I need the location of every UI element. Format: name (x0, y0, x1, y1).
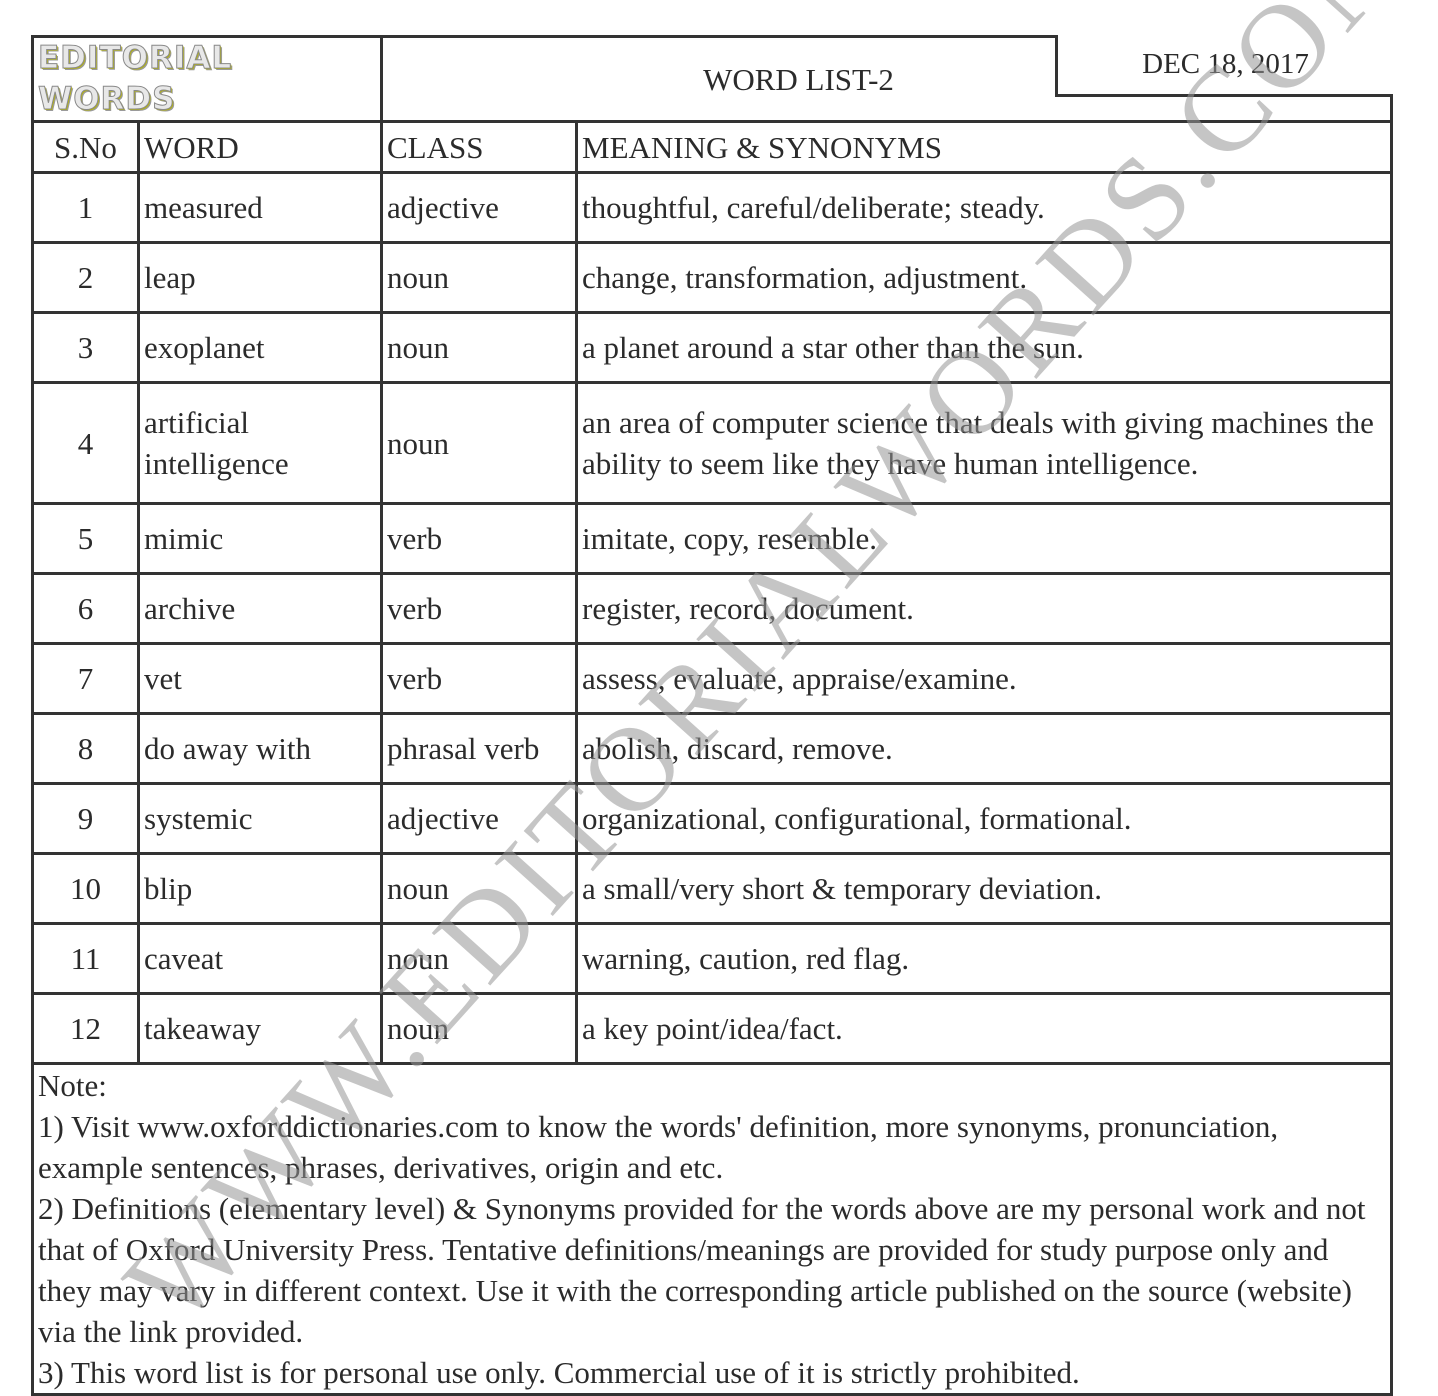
cell-word: mimic (137, 502, 383, 575)
cell-meaning: an area of computer science that deals w… (575, 381, 1393, 505)
cell-word: measured (137, 171, 383, 244)
cell-word: vet (137, 642, 383, 715)
cell-class: noun (380, 311, 578, 384)
cell-word: artificial intelligence (137, 381, 383, 505)
cell-class: adjective (380, 171, 578, 244)
cell-sno: 4 (31, 381, 140, 505)
notes-label: Note: (38, 1068, 107, 1103)
notes-row: Note: 1) Visit www.oxforddictionaries.co… (31, 1062, 1393, 1396)
cell-class: phrasal verb (380, 712, 578, 785)
cell-sno: 7 (31, 642, 140, 715)
table-row: 5 mimic verb imitate, copy, resemble. (31, 502, 1393, 575)
cell-word: do away with (137, 712, 383, 785)
cell-class: verb (380, 572, 578, 645)
cell-word: systemic (137, 782, 383, 855)
cell-sno: 12 (31, 992, 140, 1065)
cell-sno: 1 (31, 171, 140, 244)
note-item: 2) Definitions (elementary level) & Syno… (38, 1191, 1366, 1349)
column-header-word: WORD (137, 120, 383, 174)
cell-meaning: abolish, discard, remove. (575, 712, 1393, 785)
column-header-row: S.No WORD CLASS MEANING & SYNONYMS (31, 120, 1393, 174)
cell-meaning: register, record, document. (575, 572, 1393, 645)
cell-class: noun (380, 852, 578, 925)
table-row: 3 exoplanet noun a planet around a star oth… (31, 311, 1393, 384)
cell-word: caveat (137, 922, 383, 995)
table-row: 1 measured adjective thoughtful, careful/de… (31, 171, 1393, 244)
cell-class: verb (380, 642, 578, 715)
cell-class: adjective (380, 782, 578, 855)
cell-sno: 8 (31, 712, 140, 785)
table-row: 6 archive verb register, record, document. (31, 572, 1393, 645)
column-header-sno: S.No (31, 120, 140, 174)
cell-class: noun (380, 241, 578, 314)
cell-sno: 5 (31, 502, 140, 575)
date-cell: DEC 18, 2017 (1055, 35, 1393, 97)
note-item: 3) This word list is for personal use on… (38, 1355, 1080, 1390)
word-list-sheet: EDITORIAL WORDS WORD LIST-2 DEC 18, 2017… (31, 35, 1393, 1396)
cell-class: noun (380, 992, 578, 1065)
table-row: 4 artificial intelligence noun an area of c… (31, 381, 1393, 505)
cell-word: archive (137, 572, 383, 645)
table-row: 10 blip noun a small/very short & temporary… (31, 852, 1393, 925)
note-item: 1) Visit www.oxforddictionaries.com to k… (38, 1109, 1279, 1185)
cell-meaning: thoughtful, careful/deliberate; steady. (575, 171, 1393, 244)
table-row: 7 vet verb assess, evaluate, appraise/exami… (31, 642, 1393, 715)
notes-cell: Note: 1) Visit www.oxforddictionaries.co… (31, 1062, 1393, 1396)
cell-meaning: a small/very short & temporary deviation… (575, 852, 1393, 925)
cell-class: noun (380, 381, 578, 505)
column-header-class: CLASS (380, 120, 578, 174)
cell-meaning: warning, caution, red flag. (575, 922, 1393, 995)
table-row: 2 leap noun change, transformation, adjustm… (31, 241, 1393, 314)
cell-meaning: a key point/idea/fact. (575, 992, 1393, 1065)
cell-word: leap (137, 241, 383, 314)
cell-meaning: imitate, copy, resemble. (575, 502, 1393, 575)
table-row: 12 takeaway noun a key point/idea/fact. (31, 992, 1393, 1065)
cell-word: exoplanet (137, 311, 383, 384)
word-table-body: S.No WORD CLASS MEANING & SYNONYMS 1 meas… (31, 120, 1393, 1396)
cell-word: takeaway (137, 992, 383, 1065)
table-row: 8 do away with phrasal verb abolish, discar… (31, 712, 1393, 785)
cell-sno: 9 (31, 782, 140, 855)
cell-sno: 3 (31, 311, 140, 384)
cell-word: blip (137, 852, 383, 925)
table-row: 11 caveat noun warning, caution, red flag. (31, 922, 1393, 995)
cell-class: noun (380, 922, 578, 995)
date: DEC 18, 2017 (1142, 48, 1309, 80)
cell-meaning: assess, evaluate, appraise/examine. (575, 642, 1393, 715)
cell-meaning: organizational, configurational, formati… (575, 782, 1393, 855)
cell-sno: 2 (31, 241, 140, 314)
cell-meaning: a planet around a star other than the su… (575, 311, 1393, 384)
cell-sno: 11 (31, 922, 140, 995)
table-row: 9 systemic adjective organizational, config… (31, 782, 1393, 855)
cell-sno: 6 (31, 572, 140, 645)
cell-sno: 10 (31, 852, 140, 925)
logo: EDITORIAL WORDS (31, 35, 383, 123)
cell-class: verb (380, 502, 578, 575)
cell-meaning: change, transformation, adjustment. (575, 241, 1393, 314)
column-header-meaning: MEANING & SYNONYMS (575, 120, 1393, 174)
